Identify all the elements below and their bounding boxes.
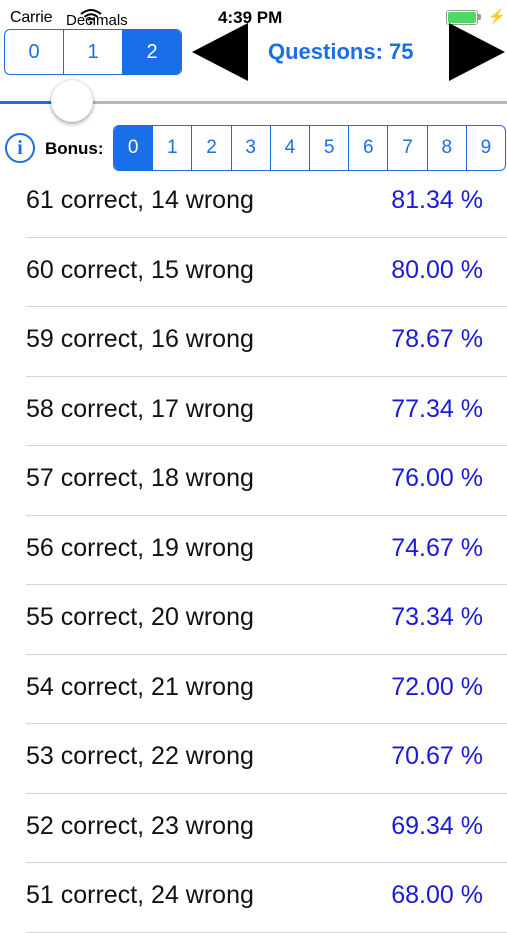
row-separator [26, 931, 507, 933]
list-item[interactable]: 58 correct, 17 wrong 77.34 % [0, 377, 507, 446]
result-label: 60 correct, 15 wrong [26, 255, 254, 284]
result-label: 58 correct, 17 wrong [26, 394, 254, 423]
list-item[interactable]: 56 correct, 19 wrong 74.67 % [0, 516, 507, 585]
decimals-segment-0[interactable]: 0 [5, 30, 64, 74]
result-percent: 81.34 % [391, 186, 483, 214]
bonus-segment-1[interactable]: 1 [153, 126, 193, 170]
list-item[interactable]: 57 correct, 18 wrong 76.00 % [0, 446, 507, 516]
bonus-segment-7[interactable]: 7 [388, 126, 428, 170]
result-percent: 76.00 % [391, 464, 483, 492]
list-item[interactable]: 61 correct, 14 wrong 81.34 % [0, 168, 507, 238]
bonus-label: Bonus: [45, 139, 104, 158]
decimals-label: Decimals [66, 12, 128, 29]
list-item[interactable]: 59 correct, 16 wrong 78.67 % [0, 307, 507, 377]
bonus-segment-5[interactable]: 5 [310, 126, 350, 170]
battery-tip [478, 14, 481, 20]
result-label: 59 correct, 16 wrong [26, 325, 254, 353]
list-item[interactable]: 54 correct, 21 wrong 72.00 % [0, 655, 507, 724]
result-percent: 70.67 % [391, 742, 483, 770]
bonus-segment-0[interactable]: 0 [114, 126, 154, 170]
list-item[interactable]: 55 correct, 20 wrong 73.34 % [0, 585, 507, 655]
result-label: 61 correct, 14 wrong [26, 186, 254, 214]
questions-count: Questions: 75 [268, 39, 414, 64]
next-arrow-button[interactable] [449, 23, 505, 81]
decimals-segment-2[interactable]: 2 [123, 30, 181, 74]
bonus-segment-8[interactable]: 8 [428, 126, 467, 170]
result-label: 57 correct, 18 wrong [26, 464, 254, 492]
bonus-segment-4[interactable]: 4 [271, 126, 311, 170]
result-label: 55 correct, 20 wrong [26, 603, 254, 631]
result-percent: 77.34 % [391, 394, 483, 423]
list-item[interactable]: 51 correct, 24 wrong 68.00 % [0, 863, 507, 933]
bonus-segment-2[interactable]: 2 [192, 126, 232, 170]
info-icon[interactable]: i [5, 133, 35, 163]
decimals-segmented-control[interactable]: 012 [4, 29, 182, 75]
bonus-segment-3[interactable]: 3 [232, 126, 271, 170]
result-label: 53 correct, 22 wrong [26, 742, 254, 770]
result-percent: 78.67 % [391, 325, 483, 353]
list-item[interactable]: 52 correct, 23 wrong 69.34 % [0, 794, 507, 863]
result-label: 52 correct, 23 wrong [26, 811, 254, 840]
result-percent: 74.67 % [391, 533, 483, 562]
decimals-segment-1[interactable]: 1 [64, 30, 123, 74]
result-percent: 80.00 % [391, 255, 483, 284]
carrier-label: Carrie [10, 9, 53, 26]
result-label: 54 correct, 21 wrong [26, 672, 254, 701]
result-percent: 69.34 % [391, 811, 483, 840]
results-list[interactable]: 61 correct, 14 wrong 81.34 % 60 correct, 1… [0, 168, 507, 933]
list-item[interactable]: 53 correct, 22 wrong 70.67 % [0, 724, 507, 794]
result-percent: 73.34 % [391, 603, 483, 631]
slider-thumb[interactable] [51, 80, 94, 122]
bonus-segment-9[interactable]: 9 [467, 126, 505, 170]
bonus-segment-6[interactable]: 6 [349, 126, 389, 170]
list-item[interactable]: 60 correct, 15 wrong 80.00 % [0, 238, 507, 307]
previous-arrow-button[interactable] [192, 23, 248, 81]
result-label: 51 correct, 24 wrong [26, 881, 254, 909]
result-percent: 72.00 % [391, 672, 483, 701]
result-percent: 68.00 % [391, 881, 483, 909]
result-label: 56 correct, 19 wrong [26, 533, 254, 562]
bonus-segmented-control[interactable]: 0123456789 [113, 125, 506, 171]
status-bar: Carrie Decimals 4:39 PM ⚡ [0, 0, 507, 30]
